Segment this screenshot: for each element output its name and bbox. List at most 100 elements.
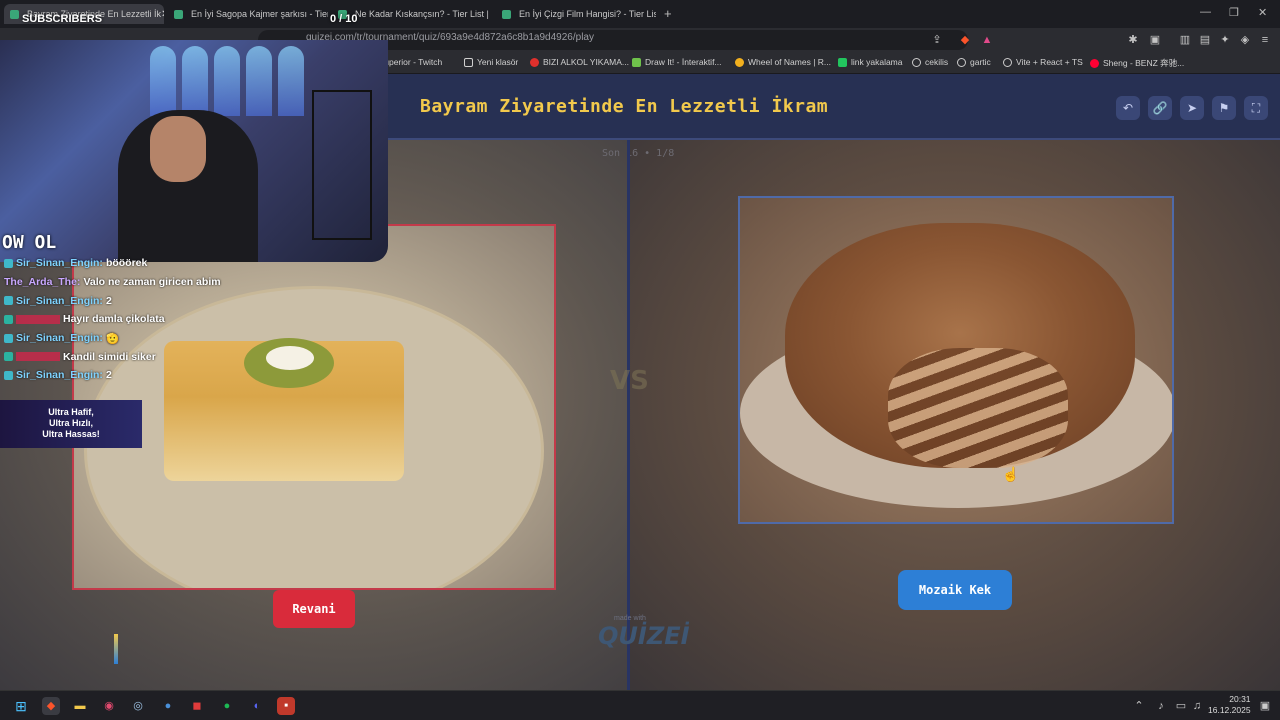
bookmark-favicon-icon [838,57,847,67]
app-icon[interactable]: ● [159,697,177,715]
badge-icon [4,370,13,380]
badge-icon [4,296,13,306]
new-tab-icon[interactable]: + [664,6,672,21]
extension-icon[interactable]: ▣ [1148,33,1162,47]
ai-icon[interactable]: ✦ [1218,33,1232,47]
microphone-icon[interactable]: ♪ [1152,697,1170,715]
volume-icon[interactable]: ♫ [1188,697,1206,715]
sidebar-icon[interactable]: ▥ [1178,33,1192,47]
vpn-icon[interactable]: ◈ [1238,33,1252,47]
badge-icon [4,333,13,343]
favicon-icon [502,9,511,19]
subscribers-count: 0 / 10 [330,13,358,25]
chat-message: Hayır damla çikolata [4,310,334,329]
chat-message: Sir_Sinan_Engin: 🫡 [4,329,334,348]
steam-icon[interactable]: ◎ [129,697,147,715]
tab[interactable]: En İyi Sagopa Kajmer şarkısı - Tier Li [168,4,328,24]
bookmark-favicon-icon [632,57,641,67]
app-icon[interactable]: ■ [277,697,295,715]
badge-icon [4,352,13,362]
chat-message: Kandil simidi siker [4,347,334,366]
window-light [246,46,272,116]
extensions-icon[interactable]: ✱ [1126,33,1140,47]
window-light [150,46,176,116]
bookmark-item[interactable]: Yeni klasör [464,57,518,67]
brave-browser-icon[interactable]: ◆ [42,697,60,715]
chat-message: Sir_Sinan_Engin: bööörek [4,254,334,273]
window-light [278,46,304,116]
taskbar: ⊞ ◆ ▬ ◉ ◎ ● ◼ ● ◐ ■ ⌃ ♪ ▭ ♫ 20:31 16.12.… [0,690,1280,720]
file-explorer-icon[interactable]: ▬ [71,697,89,715]
youtube-icon [1090,58,1099,68]
tab-title: En İyi Sagopa Kajmer şarkısı - Tier Li [191,9,328,19]
round-progress: Son 16 • 1/8 [602,148,675,159]
tab[interactable]: En İyi Çizgi Film Hangisi? - Tier List | [496,4,656,24]
minimize-icon[interactable]: — [1200,6,1211,18]
close-tab-icon[interactable]: ✕ [161,9,164,20]
bookmark-item[interactable]: Draw It! - İnteraktif... [632,57,722,67]
notifications-icon[interactable]: ▣ [1256,697,1274,715]
share-icon[interactable]: ⇪ [930,33,944,47]
globe-icon [1003,57,1012,67]
redacted-username [16,314,60,324]
tab-title: En İyi Çizgi Film Hangisi? - Tier List | [519,9,656,19]
link-icon[interactable]: 🔗 [1148,96,1172,120]
send-icon[interactable]: ➤ [1180,96,1204,120]
wallet-icon[interactable]: ▤ [1198,33,1212,47]
windows-start-icon[interactable]: ⊞ [12,697,30,715]
favicon-icon [10,9,19,19]
flag-icon[interactable]: ⚑ [1212,96,1236,120]
choose-revani-button[interactable]: Revani [273,590,355,628]
bookmark-item[interactable]: Sheng - BENZ 奔驰... [1090,57,1184,69]
window-light [214,46,240,116]
system-clock[interactable]: 20:31 16.12.2025 [1208,694,1251,716]
quizei-logo: QUİZEİ [598,622,690,650]
badge-icon [4,314,13,324]
chat-message: Sir_Sinan_Engin: 2 [4,291,334,310]
chevron-up-icon[interactable]: ⌃ [1130,697,1148,715]
vs-label: VS [610,366,649,396]
bookmark-favicon-icon [530,57,539,67]
made-with-text: made with [614,615,646,622]
discord-icon[interactable]: ◐ [248,697,266,715]
window-close-icon[interactable]: ✕ [1258,6,1267,19]
undo-icon[interactable]: ↶ [1116,96,1140,120]
brand-logo: OW OL [2,232,57,253]
choose-mozaik-kek-button[interactable]: Mozaik Kek [898,570,1012,610]
tab-title: Ne Kadar Kıskançsın? - Tier List | Kör [355,9,492,19]
subscribers-label: SUBSCRIBERS [22,13,103,25]
globe-icon [912,57,921,67]
brave-shield-icon[interactable]: ◆ [958,33,972,47]
option-image-mozaik-kek[interactable] [738,196,1174,524]
badge-icon [4,258,13,268]
quiz-title: Bayram Ziyaretinde En Lezzetli İkram [420,96,829,117]
webcam-overlay [0,40,388,262]
folder-icon [464,57,473,67]
favicon-icon [174,9,183,19]
bookmark-item[interactable]: link yakalama [838,57,903,67]
chat-message: The_Arda_The: Valo ne zaman giricen abim [4,276,221,289]
bookmark-item[interactable]: Vite + React + TS [1003,57,1083,67]
marble-slice [888,348,1068,468]
vs-divider [627,140,630,690]
fullscreen-icon[interactable]: ⛶ [1244,96,1268,120]
app-icon[interactable]: ◉ [100,697,118,715]
bookmark-item[interactable]: cekilis [912,57,948,67]
redacted-username [16,352,60,362]
bookmark-item[interactable]: Wheel of Names | R... [735,57,831,67]
menu-icon[interactable]: ≡ [1258,33,1272,47]
mouse-cursor-icon: ☝ [1002,466,1020,482]
bookmark-item[interactable]: superior - Twitch [380,57,442,67]
bookmark-item[interactable]: gartic [957,57,991,67]
chat-message: Sir_Sinan_Engin: 2 [4,366,334,385]
rewards-icon[interactable]: ▲ [980,33,994,47]
browser-tab-bar: Bayram Ziyaretinde En Lezzetli İk ✕ En İ… [0,0,1280,28]
app-icon[interactable]: ◼ [188,697,206,715]
restore-icon[interactable]: ❐ [1229,6,1239,19]
bookmark-item[interactable]: BIZI ALKOL YIKAMA... [530,57,629,67]
sponsor-banner: Ultra Hafif, Ultra Hızlı, Ultra Hassas! [0,400,142,448]
stream-widget-bar [114,634,118,664]
stream-chat: Sir_Sinan_Engin: bööörek The_Arda_The: Val… [4,254,334,385]
spotify-icon[interactable]: ● [218,697,236,715]
shelf [312,90,372,240]
